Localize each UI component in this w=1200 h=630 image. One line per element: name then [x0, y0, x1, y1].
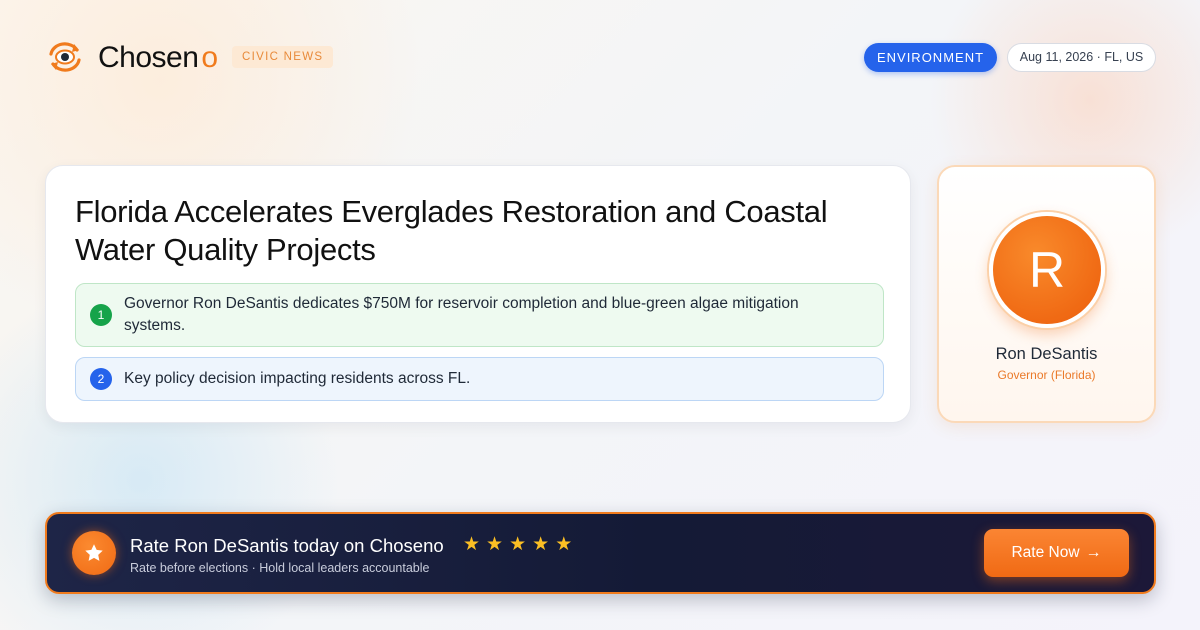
profile-name: Ron DeSantis — [995, 345, 1098, 363]
rate-now-button[interactable]: Rate Now → — [984, 529, 1129, 577]
cta-title: Rate Ron DeSantis today on Choseno — [130, 535, 444, 556]
brand-accent: o — [201, 41, 218, 74]
date-location-pill: Aug 11, 2026 · FL, US — [1007, 43, 1156, 72]
star-icon[interactable]: ★ — [463, 535, 480, 555]
article-headline: Florida Accelerates Everglades Restorati… — [75, 194, 828, 267]
point-number-badge: 1 — [90, 304, 112, 326]
civic-news-badge: CIVIC NEWS — [232, 46, 334, 68]
rating-cta-bar: Rate Ron DeSantis today on Choseno ★ ★ ★… — [45, 512, 1156, 594]
cta-subtitle: Rate before elections · Hold local leade… — [130, 561, 430, 575]
star-icon[interactable]: ★ — [532, 535, 549, 555]
key-point-1: 1 Governor Ron DeSantis dedicates $750M … — [75, 283, 884, 347]
eye-refresh-icon — [46, 40, 84, 74]
star-icon[interactable]: ★ — [486, 535, 503, 555]
star-icon — [72, 531, 116, 575]
point-text: Key policy decision impacting residents … — [124, 370, 471, 387]
arrow-right-icon: → — [1085, 544, 1102, 561]
politician-profile-card[interactable]: R Ron DeSantis Governor (Florida) — [937, 165, 1156, 423]
star-rating[interactable]: ★ ★ ★ ★ ★ — [463, 535, 572, 555]
category-pill[interactable]: ENVIRONMENT — [864, 43, 997, 72]
brand-name: Chosen — [98, 41, 199, 74]
key-point-2: 2 Key policy decision impacting resident… — [75, 357, 884, 401]
star-icon[interactable]: ★ — [509, 535, 526, 555]
article-card: Florida Accelerates Everglades Restorati… — [45, 165, 911, 423]
point-text: Governor Ron DeSantis dedicates $750M fo… — [124, 295, 799, 334]
profile-role: Governor (Florida) — [997, 368, 1096, 382]
rate-now-label: Rate Now — [1011, 544, 1080, 561]
brand-logo[interactable]: Chosen o — [98, 40, 218, 76]
avatar: R — [989, 212, 1105, 328]
star-icon[interactable]: ★ — [555, 535, 572, 555]
point-number-badge: 2 — [90, 368, 112, 390]
